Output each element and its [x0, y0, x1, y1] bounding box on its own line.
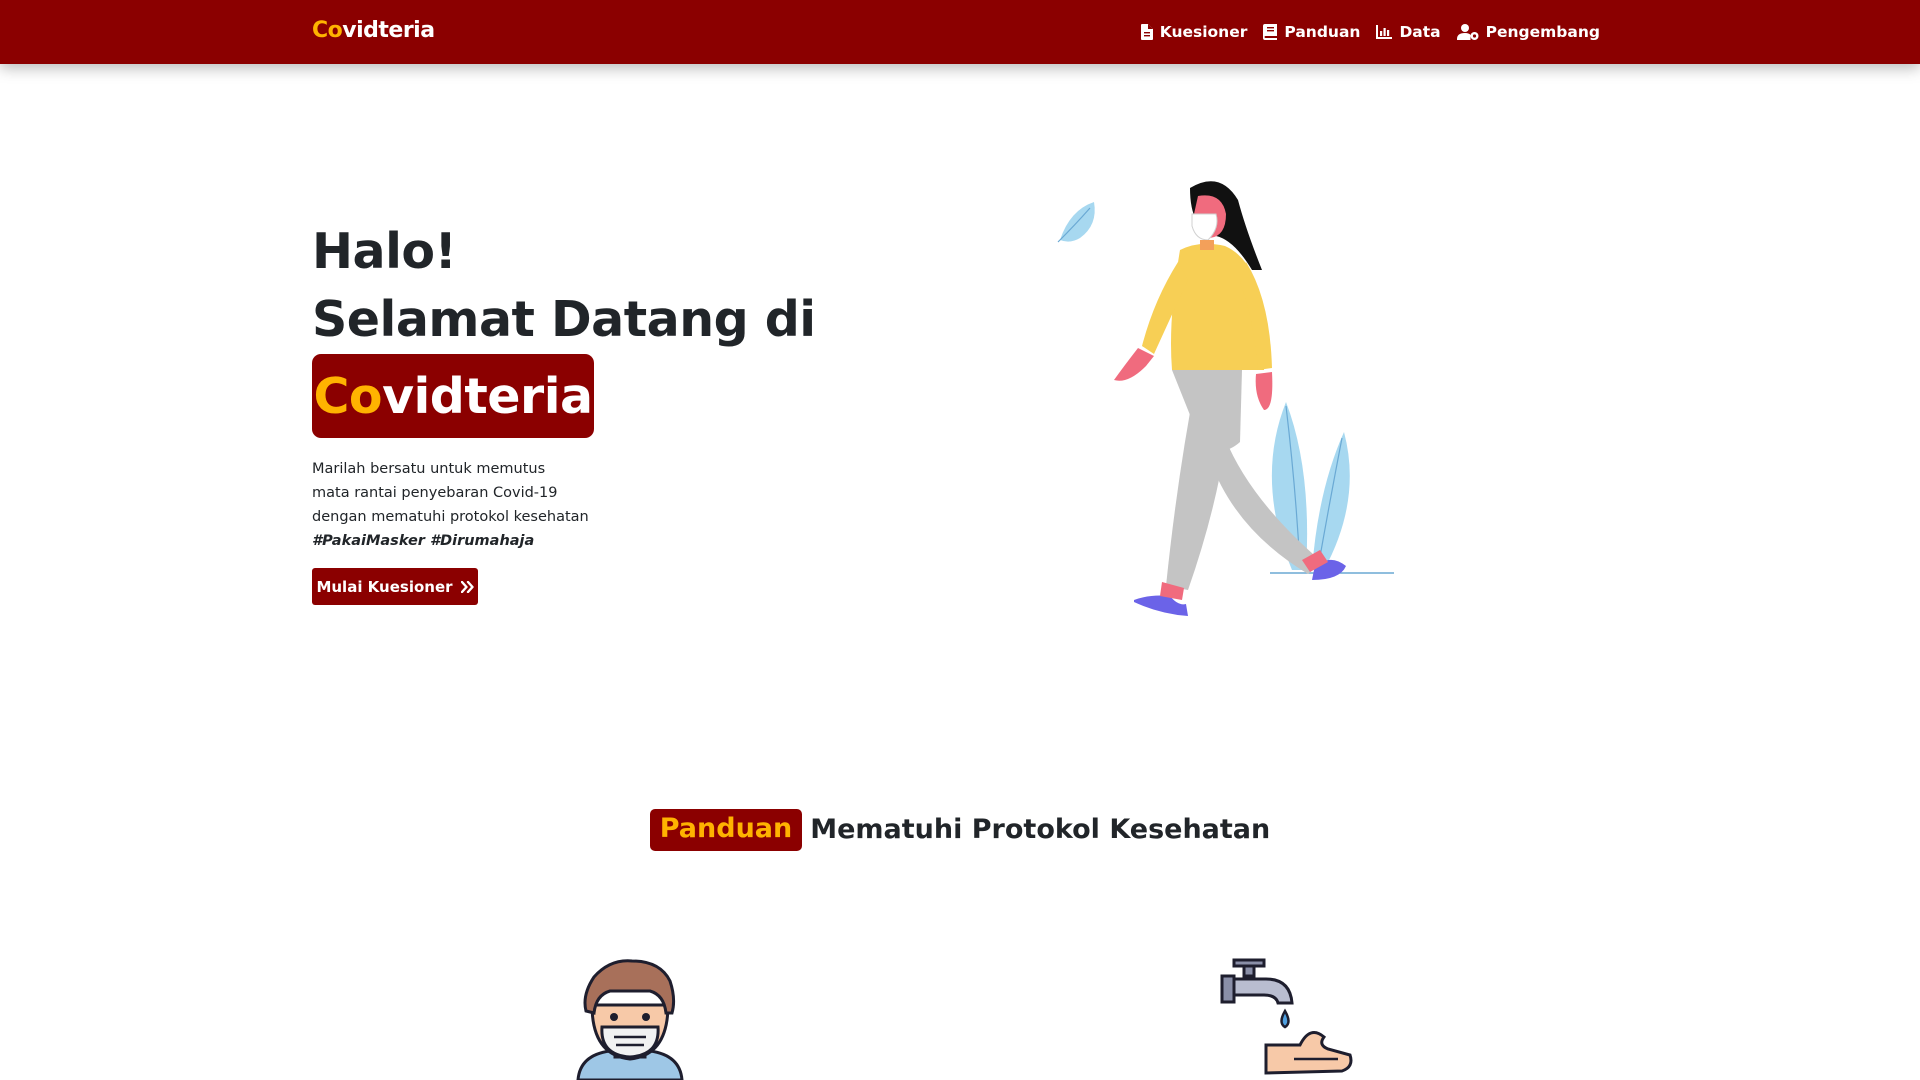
chart-icon	[1376, 25, 1393, 39]
nav-link-kuesioner[interactable]: Kuesioner	[1140, 23, 1247, 41]
hero-hashtags: #PakaiMasker #Dirumahaja	[312, 533, 535, 549]
hero-brand-badge: Co vidteria	[312, 354, 594, 438]
users-cog-icon	[1456, 24, 1479, 40]
woman-walking-with-mask-illustration	[1057, 181, 1394, 616]
nav-link-pengembang[interactable]: Pengembang	[1456, 23, 1600, 41]
man-wearing-mask-icon	[576, 959, 684, 1080]
guide-section-heading: Panduan Mematuhi Protokol Kesehatan	[0, 809, 1920, 851]
double-chevron-right-icon	[460, 580, 474, 593]
hero-welcome: Selamat Datang di	[312, 291, 816, 348]
start-questionnaire-button[interactable]: Mulai Kuesioner	[312, 568, 478, 605]
navbar: Covidteria Kuesioner Panduan Data Pengem…	[0, 0, 1920, 64]
nav-link-data[interactable]: Data	[1376, 23, 1441, 41]
hero-greeting: Halo!	[312, 223, 457, 280]
file-icon	[1140, 24, 1153, 40]
guide-section-badge: Panduan	[649, 809, 803, 851]
brand-logo[interactable]: Covidteria	[312, 18, 435, 43]
guide-section-title: Mematuhi Protokol Kesehatan	[810, 814, 1271, 845]
hero-title: Halo! Selamat Datang di	[312, 218, 816, 354]
hand-washing-icon	[1220, 958, 1353, 1075]
book-icon	[1263, 24, 1278, 40]
nav-links: Kuesioner Panduan Data Pengembang	[1140, 0, 1600, 64]
hero-description: Marilah bersatu untuk memutus mata ranta…	[312, 457, 632, 553]
nav-link-panduan[interactable]: Panduan	[1263, 23, 1360, 41]
